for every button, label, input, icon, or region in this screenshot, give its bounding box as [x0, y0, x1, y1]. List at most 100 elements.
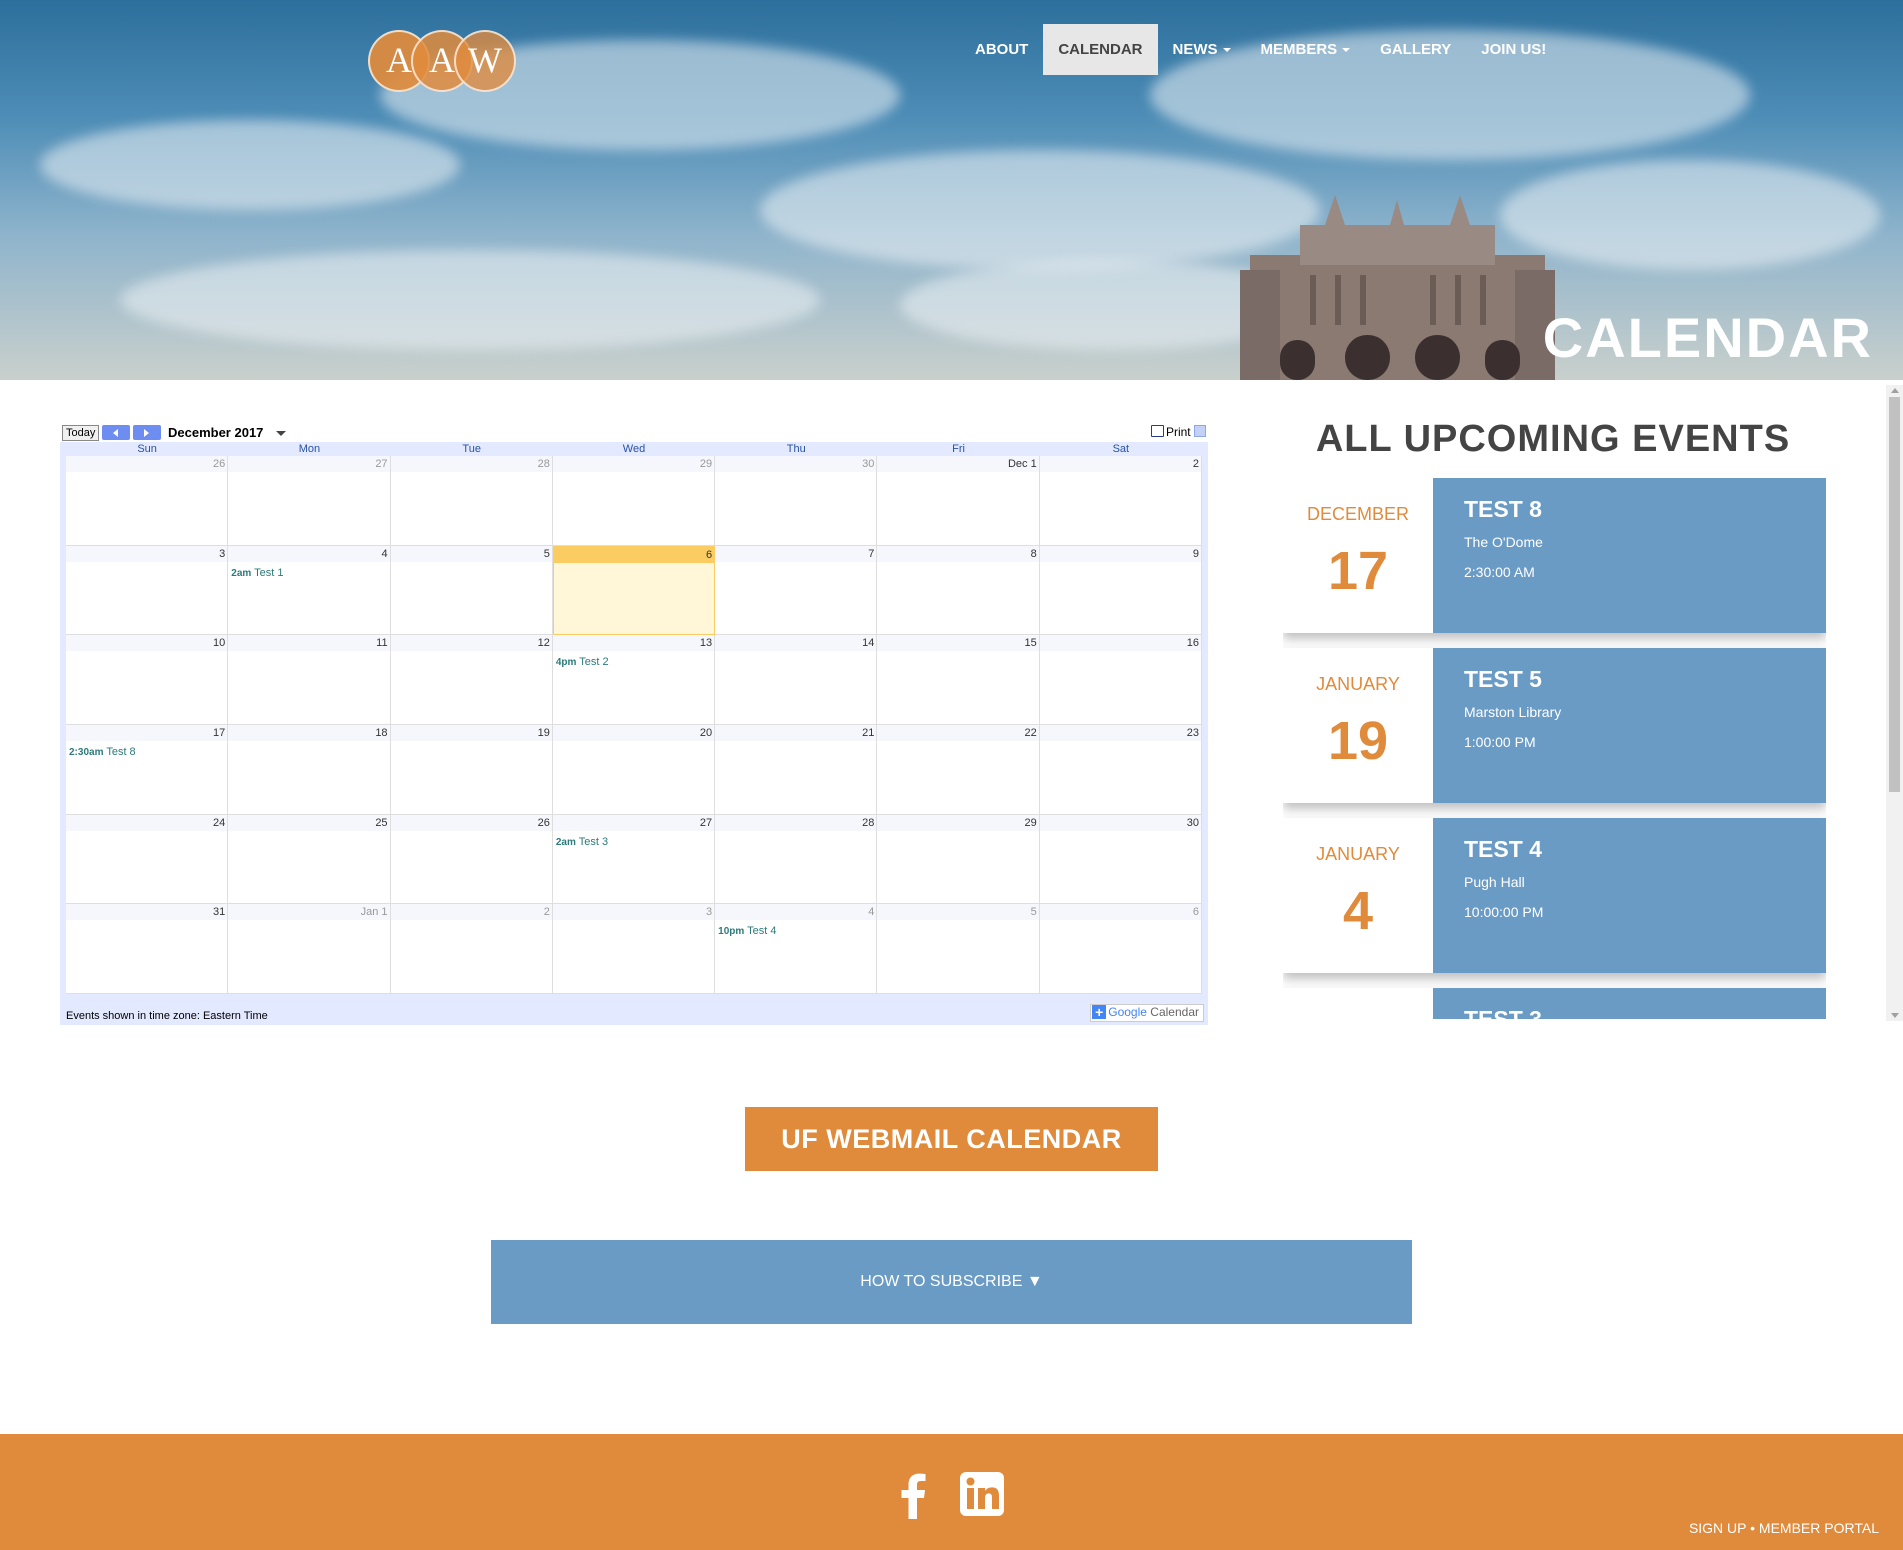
calendar-day[interactable]: 29 — [552, 456, 716, 546]
calendar-event[interactable]: 2am Test 3 — [556, 836, 608, 848]
day-number: 30 — [1186, 816, 1199, 829]
print-dropdown-icon[interactable] — [1194, 425, 1206, 437]
day-header: Tue — [462, 443, 481, 455]
calendar-day[interactable]: 7 — [715, 545, 878, 636]
scrollbar-thumb[interactable] — [1889, 397, 1900, 792]
event-title: Test 3 — [578, 835, 609, 848]
calendar-day[interactable]: 12 — [390, 635, 553, 725]
calendar-day[interactable]: 3 — [66, 545, 229, 636]
calendar-day[interactable]: 28 — [390, 456, 553, 546]
cloud — [40, 120, 460, 210]
calendar-day[interactable]: 8 — [877, 545, 1040, 636]
calendar-event[interactable]: 2am Test 1 — [231, 567, 283, 579]
footer-links[interactable]: SIGN UP • MEMBER PORTAL — [1689, 1520, 1879, 1536]
scroll-down-icon[interactable] — [1891, 1013, 1899, 1018]
calendar-day[interactable]: 4 2am Test 1 — [228, 545, 391, 636]
month-dropdown-icon[interactable] — [276, 431, 286, 436]
event-card[interactable]: JANUARY 4 TEST 4 Pugh Hall 10:00:00 PM — [1283, 818, 1826, 973]
badge-calendar: Calendar — [1150, 1005, 1199, 1019]
day-header-bar — [1039, 456, 1201, 472]
plus-icon: + — [1092, 1005, 1107, 1019]
event-card[interactable]: TEST 3 — [1283, 988, 1826, 1019]
day-number: 19 — [537, 727, 550, 739]
calendar-day[interactable]: 28 — [715, 814, 878, 905]
day-header-bar — [390, 814, 552, 831]
event-time: 1:00:00 PM — [1464, 734, 1536, 750]
timezone-note: Events shown in time zone: Eastern Time — [66, 1010, 268, 1022]
calendar-day[interactable]: 13 4pm Test 2 — [552, 635, 716, 725]
google-calendar-badge[interactable]: + Google Calendar — [1090, 1004, 1204, 1022]
nav-about[interactable]: ABOUT — [960, 24, 1043, 75]
calendar-day[interactable]: 27 — [228, 456, 391, 546]
uf-webmail-calendar-button[interactable]: UF WEBMAIL CALENDAR — [745, 1107, 1158, 1171]
calendar-day[interactable]: 24 — [66, 814, 229, 905]
day-header-bar — [390, 635, 552, 652]
day-number: 26 — [213, 458, 226, 470]
calendar-event[interactable]: 2:30am Test 8 — [69, 746, 136, 758]
nav-calendar[interactable]: CALENDAR — [1043, 24, 1158, 75]
next-month-button[interactable] — [133, 425, 161, 440]
day-number: 10 — [213, 637, 226, 650]
calendar-day[interactable]: 4 10pm Test 4 — [715, 904, 878, 994]
calendar-day[interactable]: 29 — [877, 814, 1040, 905]
calendar-day[interactable]: 26 — [390, 814, 553, 905]
calendar-day[interactable]: 14 — [715, 635, 878, 725]
calendar-day[interactable]: 15 — [877, 635, 1040, 725]
nav-label: ABOUT — [975, 41, 1029, 58]
calendar-day[interactable]: 18 — [228, 725, 391, 815]
calendar-day[interactable]: 9 — [1039, 545, 1202, 636]
calendar-day[interactable]: 30 — [715, 456, 878, 546]
calendar-day[interactable]: 16 — [1039, 635, 1202, 725]
main-nav: ABOUT CALENDAR NEWS MEMBERS GALLERY JOIN… — [960, 24, 1561, 75]
calendar-day[interactable]: 25 — [228, 814, 391, 905]
event-info: TEST 5 Marston Library 1:00:00 PM — [1433, 648, 1826, 803]
nav-join-us[interactable]: JOIN US! — [1466, 24, 1561, 75]
calendar-day[interactable]: 3 — [552, 904, 716, 994]
day-number: 2 — [1192, 458, 1199, 470]
calendar-day[interactable]: Dec 1 — [877, 456, 1040, 546]
calendar-day[interactable]: 23 — [1039, 725, 1202, 815]
day-header-bar — [715, 725, 877, 741]
calendar-day[interactable]: 30 — [1039, 814, 1202, 905]
nav-members[interactable]: MEMBERS — [1246, 24, 1366, 75]
calendar-day[interactable]: Jan 1 — [228, 904, 391, 994]
day-number: Jan 1 — [360, 906, 388, 919]
calendar-day[interactable]: 20 — [552, 725, 716, 815]
prev-month-button[interactable] — [102, 425, 130, 440]
calendar-day[interactable]: 26 — [66, 456, 229, 546]
linkedin-icon[interactable] — [960, 1472, 1004, 1516]
calendar-day[interactable]: 22 — [877, 725, 1040, 815]
calendar-event[interactable]: 10pm Test 4 — [718, 925, 776, 937]
upcoming-events-list: DECEMBER 17 TEST 8 The O'Dome 2:30:00 AM… — [1283, 478, 1826, 1019]
calendar-day[interactable]: 5 — [877, 904, 1040, 994]
print-button[interactable]: Print — [1150, 425, 1206, 439]
events-scrollbar[interactable] — [1886, 385, 1903, 1021]
event-card[interactable]: DECEMBER 17 TEST 8 The O'Dome 2:30:00 AM — [1283, 478, 1826, 633]
event-title: Test 8 — [106, 746, 136, 758]
calendar-day[interactable]: 2 — [390, 904, 553, 994]
calendar-day[interactable]: 6 — [1039, 904, 1202, 994]
event-day: 17 — [1327, 541, 1389, 601]
calendar-event[interactable]: 4pm Test 2 — [556, 656, 609, 668]
event-card[interactable]: JANUARY 19 TEST 5 Marston Library 1:00:0… — [1283, 648, 1826, 803]
calendar-day[interactable]: 19 — [390, 725, 553, 815]
how-to-subscribe-toggle[interactable]: HOW TO SUBSCRIBE ▼ — [491, 1240, 1412, 1324]
calendar-day[interactable]: 31 — [66, 904, 229, 994]
event-time: 2am — [231, 567, 252, 579]
calendar-day[interactable]: 2 — [1039, 456, 1202, 546]
facebook-icon[interactable] — [900, 1471, 926, 1519]
calendar-day[interactable]: 27 2am Test 3 — [552, 814, 716, 905]
calendar-day[interactable]: 17 2:30am Test 8 — [66, 725, 229, 815]
today-button[interactable]: Today — [62, 425, 100, 441]
nav-gallery[interactable]: GALLERY — [1365, 24, 1466, 75]
nav-news[interactable]: NEWS — [1158, 24, 1246, 75]
scroll-up-icon[interactable] — [1891, 388, 1899, 393]
calendar-day[interactable]: 11 — [228, 635, 391, 725]
day-number: 4 — [381, 547, 388, 560]
calendar-day-today[interactable]: 6 — [552, 545, 716, 636]
calendar-day[interactable]: 5 — [390, 545, 553, 636]
calendar-day[interactable]: 21 — [715, 725, 878, 815]
event-title: TEST 5 — [1464, 666, 1542, 692]
site-logo[interactable]: A A W — [368, 30, 516, 92]
calendar-day[interactable]: 10 — [66, 635, 229, 725]
